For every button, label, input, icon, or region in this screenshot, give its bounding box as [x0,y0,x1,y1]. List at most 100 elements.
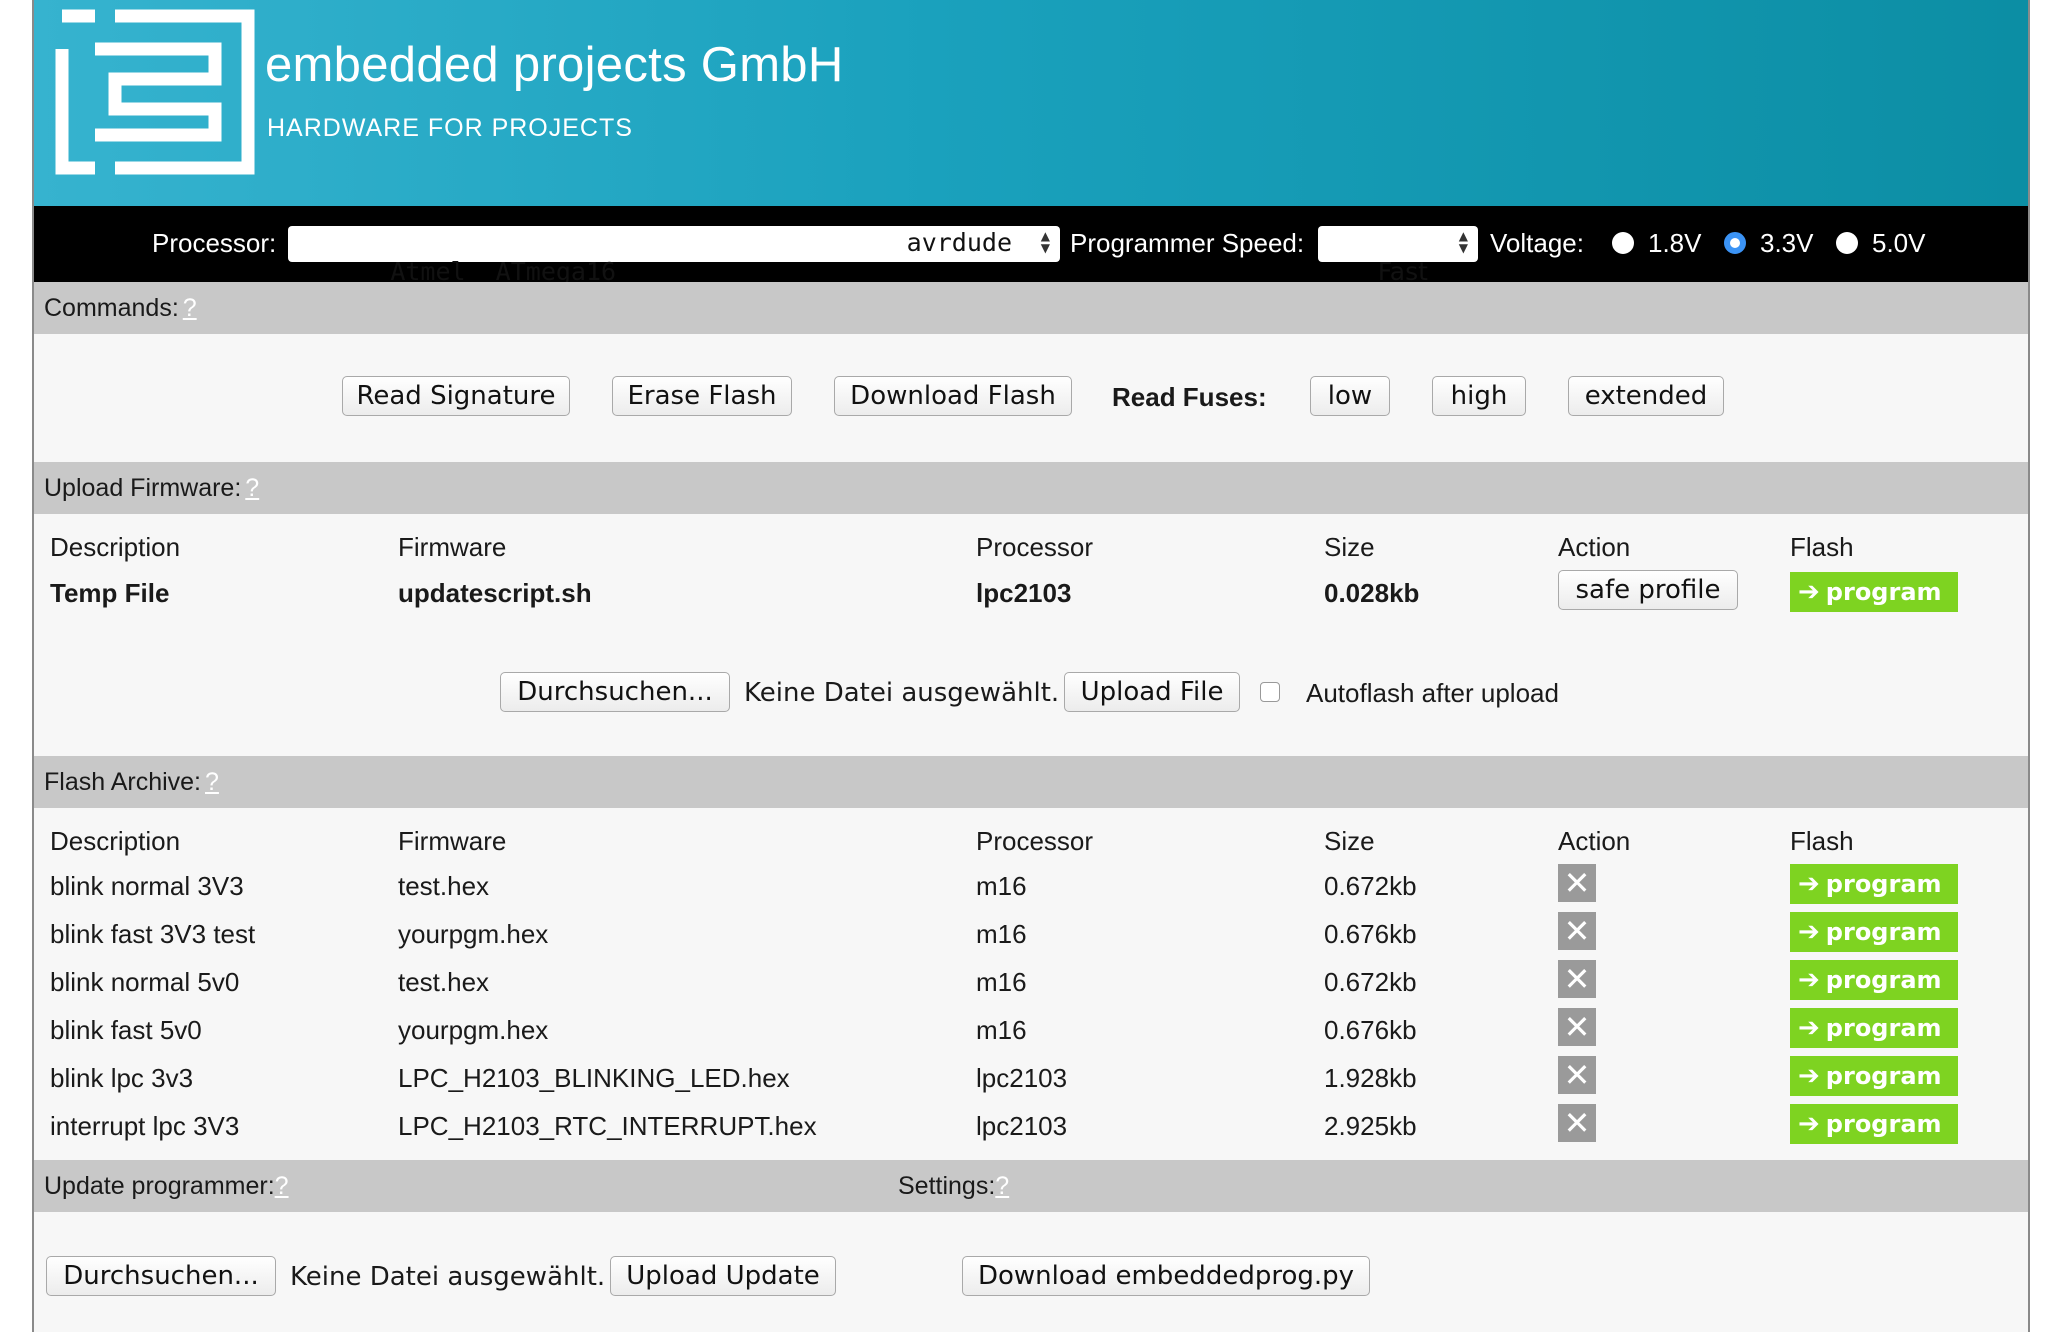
delete-icon[interactable]: ✕ [1558,1008,1596,1046]
archive-row: blink lpc 3v3 LPC_H2103_BLINKING_LED.hex… [34,1048,2028,1096]
arrow-right-icon: ➔ [1798,965,1820,995]
archive-row-description: interrupt lpc 3V3 [50,1111,240,1141]
no-update-file-text: Keine Datei ausgewählt. [290,1262,606,1292]
app-frame: embedded projects GmbH HARDWARE FOR PROJ… [32,0,2030,1332]
safe-profile-button[interactable]: safe profile [1558,570,1738,610]
program-button[interactable]: ➔ program [1790,912,1958,952]
delete-icon[interactable]: ✕ [1558,912,1596,950]
archive-header-description: Description [50,826,181,856]
program-button[interactable]: ➔ program [1790,864,1958,904]
archive-row-description: blink normal 5v0 [50,967,240,997]
upload-help-link[interactable]: ? [245,474,259,502]
archive-row-size: 2.925kb [1324,1111,1417,1141]
archive-row: blink fast 3V3 test yourpgm.hex m16 0.67… [34,904,2028,952]
program-button[interactable]: ➔ program [1790,1056,1958,1096]
program-button[interactable]: ➔ program [1790,960,1958,1000]
archive-row: blink fast 5v0 yourpgm.hex m16 0.676kb ✕… [34,1000,2028,1048]
autoflash-checkbox[interactable] [1260,682,1280,702]
archive-row-processor: m16 [976,919,1027,949]
archive-row-size: 0.676kb [1324,919,1417,949]
archive-row: blink normal 3V3 test.hex m16 0.672kb ✕ … [34,856,2028,904]
delete-icon[interactable]: ✕ [1558,1056,1596,1094]
upload-row-firmware: updatescript.sh [398,578,592,608]
fuse-low-button[interactable]: low [1310,376,1390,416]
brand-name: embedded projects GmbH [265,38,844,92]
program-button-label: program [1825,870,1942,898]
upload-row-size: 0.028kb [1324,578,1420,608]
settings-title-group: Settings:? [898,1160,1009,1212]
browse-update-button[interactable]: Durchsuchen... [46,1256,276,1296]
read-fuses-label: Read Fuses: [1112,382,1267,412]
processor-label: Processor: [152,228,277,258]
upload-header-size: Size [1324,532,1375,562]
archive-header-processor: Processor [976,826,1094,856]
archive-section: Description Firmware Processor Size Acti… [34,808,2028,1160]
program-button[interactable]: ➔ program [1790,572,1958,612]
archive-row-firmware: LPC_H2103_BLINKING_LED.hex [398,1063,790,1093]
program-button-label: program [1825,966,1942,994]
commands-help-link[interactable]: ? [183,294,197,322]
read-signature-button[interactable]: Read Signature [342,376,570,416]
archive-row-firmware: test.hex [398,967,490,997]
arrow-right-icon: ➔ [1798,1013,1820,1043]
archive-row-processor: lpc2103 [976,1063,1068,1093]
select-arrows-icon: ▲ ▼ [1040,229,1050,255]
program-button-label: program [1825,1014,1942,1042]
update-settings-bar: Update programmer:? Settings:? [34,1160,2028,1212]
voltage-radio-1v8[interactable] [1612,232,1634,254]
brand-tagline: HARDWARE FOR PROJECTS [267,114,633,142]
archive-row-size: 0.672kb [1324,871,1417,901]
program-button[interactable]: ➔ program [1790,1008,1958,1048]
archive-row-description: blink lpc 3v3 [50,1063,194,1093]
select-arrows-icon: ▲ ▼ [1458,229,1468,255]
processor-select[interactable]: Atmel ATmega16 avrdude ▲ ▼ [288,226,1060,286]
program-button-label: program [1825,578,1942,606]
program-button[interactable]: ➔ program [1790,1104,1958,1144]
archive-header-action: Action [1558,826,1631,856]
archive-header-firmware: Firmware [398,826,507,856]
settings-help-link[interactable]: ? [995,1172,1009,1200]
archive-row-firmware: yourpgm.hex [398,919,549,949]
update-help-link[interactable]: ? [275,1172,289,1200]
upload-header-firmware: Firmware [398,532,507,562]
fuse-high-button[interactable]: high [1432,376,1526,416]
program-button-label: program [1825,1062,1942,1090]
voltage-label-5v0: 5.0V [1872,228,1926,258]
archive-row-description: blink fast 3V3 test [50,919,256,949]
delete-icon[interactable]: ✕ [1558,960,1596,998]
archive-row-firmware: test.hex [398,871,490,901]
archive-header-flash: Flash [1790,826,1854,856]
archive-row-size: 1.928kb [1324,1063,1417,1093]
processor-select-tool: avrdude [906,228,1012,257]
commands-title: Commands: [44,294,179,322]
arrow-right-icon: ➔ [1798,577,1820,607]
voltage-radio-3v3[interactable] [1724,232,1746,254]
speed-select[interactable]: Fast ▲ ▼ [1318,226,1478,286]
download-flash-button[interactable]: Download Flash [834,376,1072,416]
archive-help-link[interactable]: ? [205,768,219,796]
archive-row: blink normal 5v0 test.hex m16 0.672kb ✕ … [34,952,2028,1000]
browse-firmware-button[interactable]: Durchsuchen... [500,672,730,712]
erase-flash-button[interactable]: Erase Flash [612,376,792,416]
voltage-radio-5v0[interactable] [1836,232,1858,254]
archive-row-processor: m16 [976,871,1027,901]
arrow-right-icon: ➔ [1798,869,1820,899]
upload-title: Upload Firmware: [44,474,242,502]
archive-row-size: 0.672kb [1324,967,1417,997]
delete-icon[interactable]: ✕ [1558,1104,1596,1142]
processor-toolbar: Processor: Atmel ATmega16 avrdude ▲ ▼ Pro… [34,206,2028,286]
download-embeddedprog-button[interactable]: Download embeddedprog.py [962,1256,1370,1296]
voltage-label: Voltage: [1490,228,1584,258]
archive-section-bar: Flash Archive:? [34,756,2028,808]
arrow-right-icon: ➔ [1798,1061,1820,1091]
upload-file-button[interactable]: Upload File [1064,672,1240,712]
delete-icon[interactable]: ✕ [1558,864,1596,902]
archive-row-size: 0.676kb [1324,1015,1417,1045]
upload-update-button[interactable]: Upload Update [610,1256,836,1296]
archive-row-firmware: yourpgm.hex [398,1015,549,1045]
fuse-extended-button[interactable]: extended [1568,376,1724,416]
archive-row-processor: m16 [976,1015,1027,1045]
ep-logo-icon [55,9,255,175]
archive-row-processor: m16 [976,967,1027,997]
upload-header-processor: Processor [976,532,1094,562]
